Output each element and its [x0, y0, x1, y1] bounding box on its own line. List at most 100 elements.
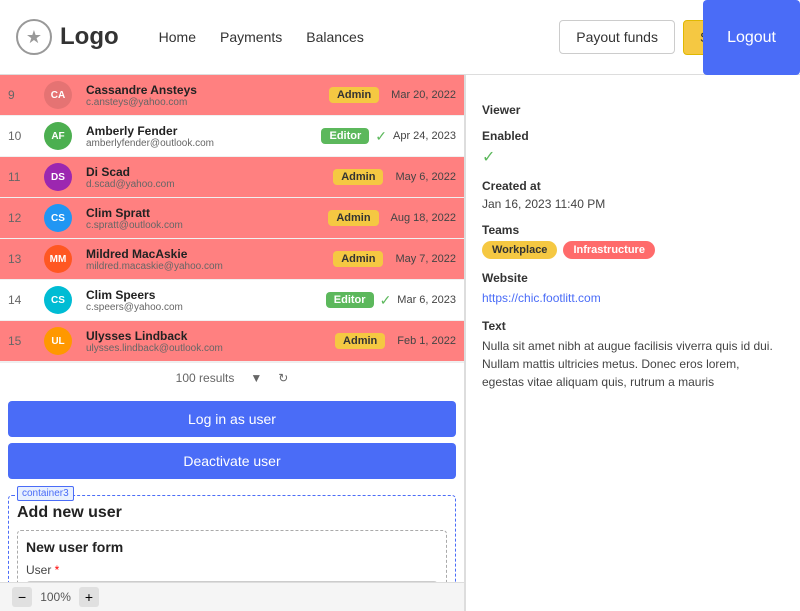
row-number: 13	[8, 252, 38, 266]
user-info: Cassandre Ansteys c.ansteys@yahoo.com	[86, 83, 323, 108]
check-icon: ✓	[380, 292, 392, 309]
user-name: Amberly Fender	[86, 124, 315, 138]
user-name: Cassandre Ansteys	[86, 83, 323, 97]
enabled-check: ✓	[482, 147, 784, 167]
user-name: Ulysses Lindback	[86, 329, 329, 343]
detail-text-value: Nulla sit amet nibh at augue facilisis v…	[482, 337, 784, 391]
role-badge: Admin	[333, 251, 383, 267]
table-row[interactable]: 15 UL Ulysses Lindback ulysses.lindback@…	[0, 321, 464, 362]
main-content: 9 CA Cassandre Ansteys c.ansteys@yahoo.c…	[0, 75, 800, 611]
nav-balances[interactable]: Balances	[306, 29, 364, 45]
row-number: 9	[8, 88, 38, 102]
right-panel: Viewer Enabled ✓ Created at Jan 16, 2023…	[465, 75, 800, 611]
date: Mar 20, 2022	[391, 89, 456, 101]
footer-bar: − 100% +	[0, 582, 465, 611]
nav-payments[interactable]: Payments	[220, 29, 282, 45]
nav-links: Home Payments Balances	[159, 29, 560, 45]
table-row[interactable]: 10 AF Amberly Fender amberlyfender@outlo…	[0, 116, 464, 157]
filter-icon[interactable]: ▼	[250, 371, 262, 385]
user-info: Mildred MacAskie mildred.macaskie@yahoo.…	[86, 247, 327, 272]
avatar: AF	[44, 122, 72, 150]
user-info: Di Scad d.scad@yahoo.com	[86, 165, 327, 190]
website-label: Website	[482, 271, 784, 285]
user-email: amberlyfender@outlook.com	[86, 138, 315, 149]
tag-workplace: Workplace	[482, 241, 557, 259]
nav-home[interactable]: Home	[159, 29, 196, 45]
row-number: 10	[8, 129, 38, 143]
table-row[interactable]: 13 MM Mildred MacAskie mildred.macaskie@…	[0, 239, 464, 280]
table-row[interactable]: 9 CA Cassandre Ansteys c.ansteys@yahoo.c…	[0, 75, 464, 116]
zoom-out-button[interactable]: −	[12, 587, 32, 607]
role-badge: Editor	[321, 128, 369, 144]
user-email: c.ansteys@yahoo.com	[86, 97, 323, 108]
logo-text: Logo	[60, 23, 119, 51]
container-label: container3	[17, 486, 74, 501]
row-number: 11	[8, 170, 38, 184]
avatar: UL	[44, 327, 72, 355]
user-field-label: User *	[26, 563, 438, 577]
zoom-in-button[interactable]: +	[79, 587, 99, 607]
teams-label: Teams	[482, 223, 784, 237]
action-buttons: Log in as user Deactivate user	[0, 393, 464, 487]
avatar: DS	[44, 163, 72, 191]
role-badge: Admin	[328, 210, 378, 226]
user-name: Clim Speers	[86, 288, 320, 302]
user-info: Clim Speers c.speers@yahoo.com	[86, 288, 320, 313]
avatar: CS	[44, 204, 72, 232]
role-badge: Admin	[333, 169, 383, 185]
table-row[interactable]: 11 DS Di Scad d.scad@yahoo.com Admin May…	[0, 157, 464, 198]
results-count: 100 results	[176, 371, 235, 385]
user-email: ulysses.lindback@outlook.com	[86, 343, 329, 354]
new-user-form-title: New user form	[26, 539, 438, 555]
left-panel: 9 CA Cassandre Ansteys c.ansteys@yahoo.c…	[0, 75, 465, 611]
role-badge: Admin	[335, 333, 385, 349]
deactivate-user-button[interactable]: Deactivate user	[8, 443, 456, 479]
app-header: ★ Logo Home Payments Balances Payout fun…	[0, 0, 800, 75]
user-email: c.spratt@outlook.com	[86, 220, 322, 231]
enabled-label: Enabled	[482, 129, 784, 143]
date: Mar 6, 2023	[397, 294, 456, 306]
user-email: mildred.macaskie@yahoo.com	[86, 261, 327, 272]
user-email: d.scad@yahoo.com	[86, 179, 327, 190]
tag-infrastructure: Infrastructure	[563, 241, 655, 259]
logo-icon: ★	[16, 19, 52, 55]
check-icon: ✓	[375, 128, 387, 145]
payout-funds-button[interactable]: Payout funds	[559, 20, 675, 54]
date: May 7, 2022	[395, 253, 456, 265]
login-as-user-button[interactable]: Log in as user	[8, 401, 456, 437]
row-number: 12	[8, 211, 38, 225]
role-badge: Admin	[329, 87, 379, 103]
date: Apr 24, 2023	[393, 130, 456, 142]
created-at-label: Created at	[482, 179, 784, 193]
viewer-label: Viewer	[482, 103, 784, 117]
date: Aug 18, 2022	[391, 212, 456, 224]
date: May 6, 2022	[395, 171, 456, 183]
created-at-value: Jan 16, 2023 11:40 PM	[482, 197, 784, 211]
user-info: Amberly Fender amberlyfender@outlook.com	[86, 124, 315, 149]
logout-button[interactable]: Logout	[703, 0, 800, 75]
avatar: CS	[44, 286, 72, 314]
add-user-title: Add new user	[17, 504, 447, 522]
role-badge: Editor	[326, 292, 374, 308]
text-label: Text	[482, 319, 784, 333]
user-name: Mildred MacAskie	[86, 247, 327, 261]
row-number: 15	[8, 334, 38, 348]
table-footer: 100 results ▼ ↻	[0, 362, 464, 393]
user-info: Ulysses Lindback ulysses.lindback@outloo…	[86, 329, 329, 354]
user-info: Clim Spratt c.spratt@outlook.com	[86, 206, 322, 231]
table-row[interactable]: 12 CS Clim Spratt c.spratt@outlook.com A…	[0, 198, 464, 239]
teams-tags: Workplace Infrastructure	[482, 241, 784, 259]
logo-area: ★ Logo	[16, 19, 119, 55]
avatar: CA	[44, 81, 72, 109]
refresh-icon[interactable]: ↻	[278, 371, 288, 385]
zoom-level: 100%	[40, 590, 71, 604]
user-name: Di Scad	[86, 165, 327, 179]
avatar: MM	[44, 245, 72, 273]
table-row[interactable]: 14 CS Clim Speers c.speers@yahoo.com Edi…	[0, 280, 464, 321]
website-link[interactable]: https://chic.footlitt.com	[482, 291, 601, 305]
row-number: 14	[8, 293, 38, 307]
user-table: 9 CA Cassandre Ansteys c.ansteys@yahoo.c…	[0, 75, 464, 362]
user-name: Clim Spratt	[86, 206, 322, 220]
date: Feb 1, 2022	[397, 335, 456, 347]
user-email: c.speers@yahoo.com	[86, 302, 320, 313]
